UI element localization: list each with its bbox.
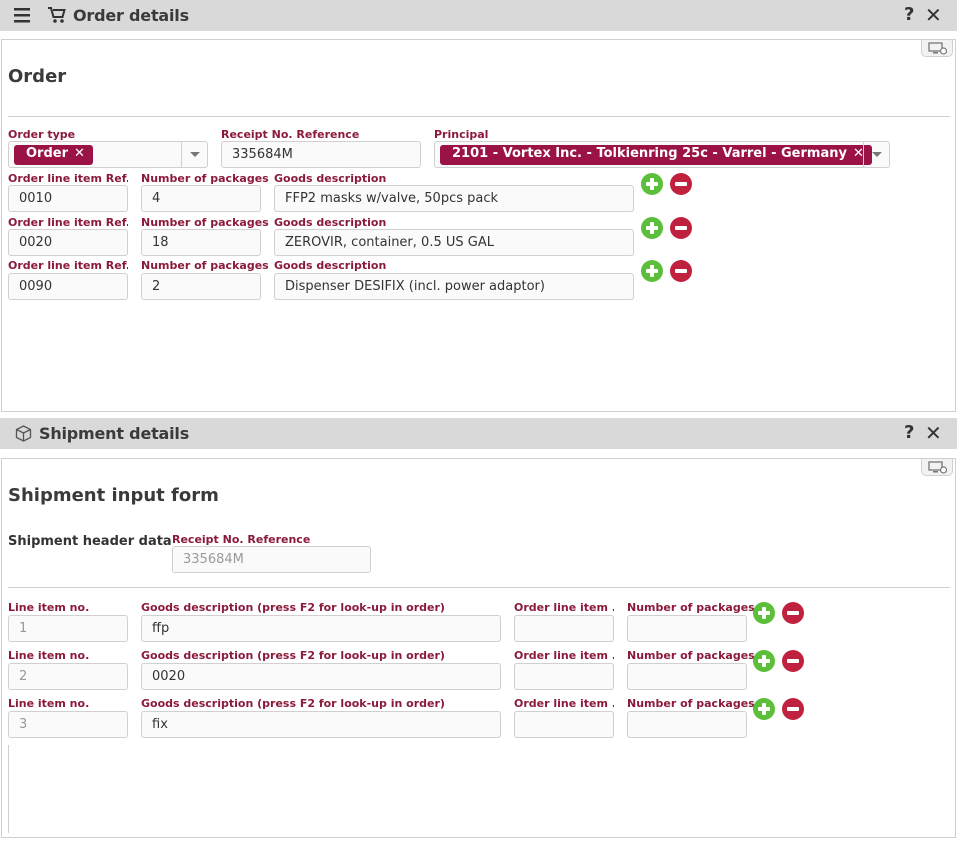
help-button[interactable]: ? <box>904 422 914 443</box>
order-line-ref-field[interactable]: 0010 <box>8 185 128 212</box>
order-panel-header: Order details ? ✕ <box>0 0 957 31</box>
screen-settings-button[interactable] <box>921 459 953 476</box>
shipment-section-title: Shipment input form <box>8 485 219 506</box>
help-button[interactable]: ? <box>904 4 914 25</box>
shipment-panel-body: Shipment input form Shipment header data… <box>1 458 956 838</box>
packages-label: Number of packages <box>627 649 755 662</box>
order-line-ref-label: Order line item ... <box>514 601 614 614</box>
packages-field[interactable]: 18 <box>141 229 261 256</box>
remove-line-button[interactable] <box>670 173 692 195</box>
packages-field[interactable] <box>627 615 747 642</box>
order-type-label: Order type <box>8 128 76 141</box>
goods-desc-label: Goods description <box>274 172 387 185</box>
packages-label: Number of packages <box>141 259 269 272</box>
remove-line-button[interactable] <box>782 650 804 672</box>
principal-label: Principal <box>434 128 489 141</box>
line-item-no-field: 2 <box>8 663 128 690</box>
goods-desc-label: Goods description (press F2 for look-up … <box>141 649 445 662</box>
order-line-ref-field[interactable]: 0090 <box>8 273 128 300</box>
order-line-ref-label: Order line item ... <box>514 649 614 662</box>
order-line-ref-label: Order line item Ref... <box>8 216 128 229</box>
goods-desc-field[interactable]: fix <box>141 711 501 738</box>
line-item-no-label: Line item no. <box>8 697 90 710</box>
order-line-ref-label: Order line item Ref... <box>8 172 128 185</box>
order-panel-title: Order details <box>73 6 189 25</box>
line-item-no-label: Line item no. <box>8 601 90 614</box>
packages-field[interactable]: 4 <box>141 185 261 212</box>
receipt-ref-field: 335684M <box>172 546 371 573</box>
principal-chip[interactable]: 2101 - Vortex Inc. - Tolkienring 25c - V… <box>440 145 872 165</box>
order-type-chip[interactable]: Order ✕ <box>14 145 93 165</box>
add-line-button[interactable] <box>753 698 775 720</box>
line-item-no-field: 3 <box>8 711 128 738</box>
packages-label: Number of packages <box>627 601 755 614</box>
scroll-area-border <box>8 745 9 833</box>
remove-line-button[interactable] <box>782 698 804 720</box>
add-line-button[interactable] <box>753 650 775 672</box>
line-item-no-field: 1 <box>8 615 128 642</box>
divider <box>8 116 950 117</box>
packages-field[interactable] <box>627 711 747 738</box>
remove-line-button[interactable] <box>670 217 692 239</box>
close-button[interactable]: ✕ <box>925 421 942 445</box>
add-line-button[interactable] <box>753 602 775 624</box>
shipment-panel-title: Shipment details <box>39 424 190 443</box>
goods-desc-label: Goods description <box>274 259 387 272</box>
chevron-down-icon[interactable] <box>181 142 207 167</box>
goods-desc-field[interactable]: ZEROVIR, container, 0.5 US GAL <box>274 229 634 256</box>
receipt-ref-label: Receipt No. Reference <box>221 128 360 141</box>
order-line-ref-label: Order line item Ref... <box>8 259 128 272</box>
order-line-ref-field[interactable] <box>514 711 614 738</box>
packages-field[interactable]: 2 <box>141 273 261 300</box>
goods-desc-label: Goods description (press F2 for look-up … <box>141 697 445 710</box>
shipment-panel-header: Shipment details ? ✕ <box>0 418 957 449</box>
order-section-title: Order <box>8 66 67 87</box>
monitor-icon <box>928 42 948 55</box>
order-line-ref-label: Order line item ... <box>514 697 614 710</box>
add-line-button[interactable] <box>641 173 663 195</box>
chevron-down-icon[interactable] <box>863 142 889 167</box>
goods-desc-field[interactable]: FFP2 masks w/valve, 50pcs pack <box>274 185 634 212</box>
divider <box>8 587 950 588</box>
order-type-select[interactable]: Order ✕ <box>8 141 208 168</box>
goods-desc-label: Goods description (press F2 for look-up … <box>141 601 445 614</box>
principal-select[interactable]: 2101 - Vortex Inc. - Tolkienring 25c - V… <box>434 141 890 168</box>
remove-line-button[interactable] <box>670 260 692 282</box>
cart-icon <box>47 6 67 28</box>
order-panel-body: Order Order type Order ✕ Receipt No. Refe… <box>1 39 956 412</box>
monitor-icon <box>928 461 948 474</box>
receipt-ref-label: Receipt No. Reference <box>172 533 311 546</box>
order-line-ref-field[interactable] <box>514 615 614 642</box>
add-line-button[interactable] <box>641 217 663 239</box>
packages-field[interactable] <box>627 663 747 690</box>
screen-settings-button[interactable] <box>921 40 953 57</box>
receipt-ref-field[interactable]: 335684M <box>221 141 421 168</box>
packages-label: Number of packages <box>627 697 755 710</box>
order-line-ref-field[interactable]: 0020 <box>8 229 128 256</box>
packages-label: Number of packages <box>141 216 269 229</box>
goods-desc-field[interactable]: ffp <box>141 615 501 642</box>
package-icon <box>15 425 32 446</box>
close-button[interactable]: ✕ <box>925 3 942 27</box>
packages-label: Number of packages <box>141 172 269 185</box>
add-line-button[interactable] <box>641 260 663 282</box>
remove-line-button[interactable] <box>782 602 804 624</box>
goods-desc-field[interactable]: 0020 <box>141 663 501 690</box>
shipment-header-label: Shipment header data <box>8 534 172 549</box>
order-line-ref-field[interactable] <box>514 663 614 690</box>
chip-remove-icon[interactable]: ✕ <box>74 146 85 161</box>
menu-icon[interactable] <box>14 8 30 27</box>
goods-desc-field[interactable]: Dispenser DESIFIX (incl. power adaptor) <box>274 273 634 300</box>
line-item-no-label: Line item no. <box>8 649 90 662</box>
goods-desc-label: Goods description <box>274 216 387 229</box>
